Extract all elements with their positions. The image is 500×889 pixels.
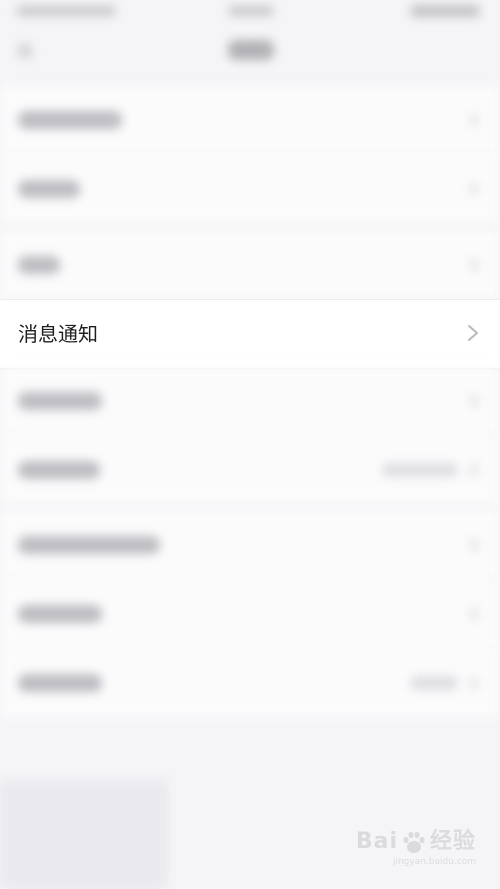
settings-row-message-notification[interactable]: 消息通知 [0, 299, 500, 369]
chevron-right-icon [470, 395, 478, 407]
settings-row[interactable] [0, 648, 500, 717]
chevron-right-icon [468, 325, 478, 341]
row-label-placeholder [18, 605, 102, 623]
settings-group-3 [0, 367, 500, 504]
watermark-url: jingyan.baidu.com [392, 857, 476, 867]
status-carrier-placeholder [16, 6, 116, 16]
bottom-panel-placeholder [0, 780, 168, 889]
row-label-placeholder [18, 536, 160, 554]
settings-row[interactable] [0, 511, 500, 579]
settings-row[interactable] [0, 86, 500, 154]
chevron-right-icon [470, 539, 478, 551]
row-label-placeholder [18, 111, 122, 129]
paw-icon [403, 831, 425, 853]
chevron-right-icon [470, 259, 478, 271]
status-battery-placeholder [410, 5, 480, 17]
page-title-placeholder [228, 40, 274, 60]
settings-row[interactable] [0, 154, 500, 223]
row-label: 消息通知 [18, 322, 98, 346]
row-value-placeholder [410, 676, 458, 690]
status-time-placeholder [228, 6, 274, 16]
row-label-placeholder [18, 674, 102, 692]
back-icon[interactable] [18, 44, 32, 58]
chevron-right-icon [470, 464, 478, 476]
status-bar [0, 0, 500, 26]
row-label-placeholder [18, 256, 60, 274]
chevron-right-icon [470, 608, 478, 620]
settings-row[interactable] [0, 435, 500, 504]
settings-group-2 [0, 231, 500, 299]
settings-row[interactable] [0, 579, 500, 648]
chevron-right-icon [470, 183, 478, 195]
navigation-bar [0, 26, 500, 76]
row-label-placeholder [18, 461, 100, 479]
settings-row[interactable] [0, 367, 500, 435]
row-label-placeholder [18, 392, 102, 410]
watermark-text-suffix: 经验 [429, 828, 476, 854]
chevron-right-icon [470, 677, 478, 689]
settings-group-4 [0, 511, 500, 717]
watermark-text: Bai [355, 828, 398, 854]
chevron-right-icon [470, 114, 478, 126]
row-label-placeholder [18, 180, 80, 198]
settings-row[interactable] [0, 231, 500, 299]
settings-group-1 [0, 86, 500, 223]
baidu-jingyan-watermark: Bai 经验 jingyan.baidu.com [356, 823, 476, 868]
row-value-placeholder [382, 463, 458, 477]
